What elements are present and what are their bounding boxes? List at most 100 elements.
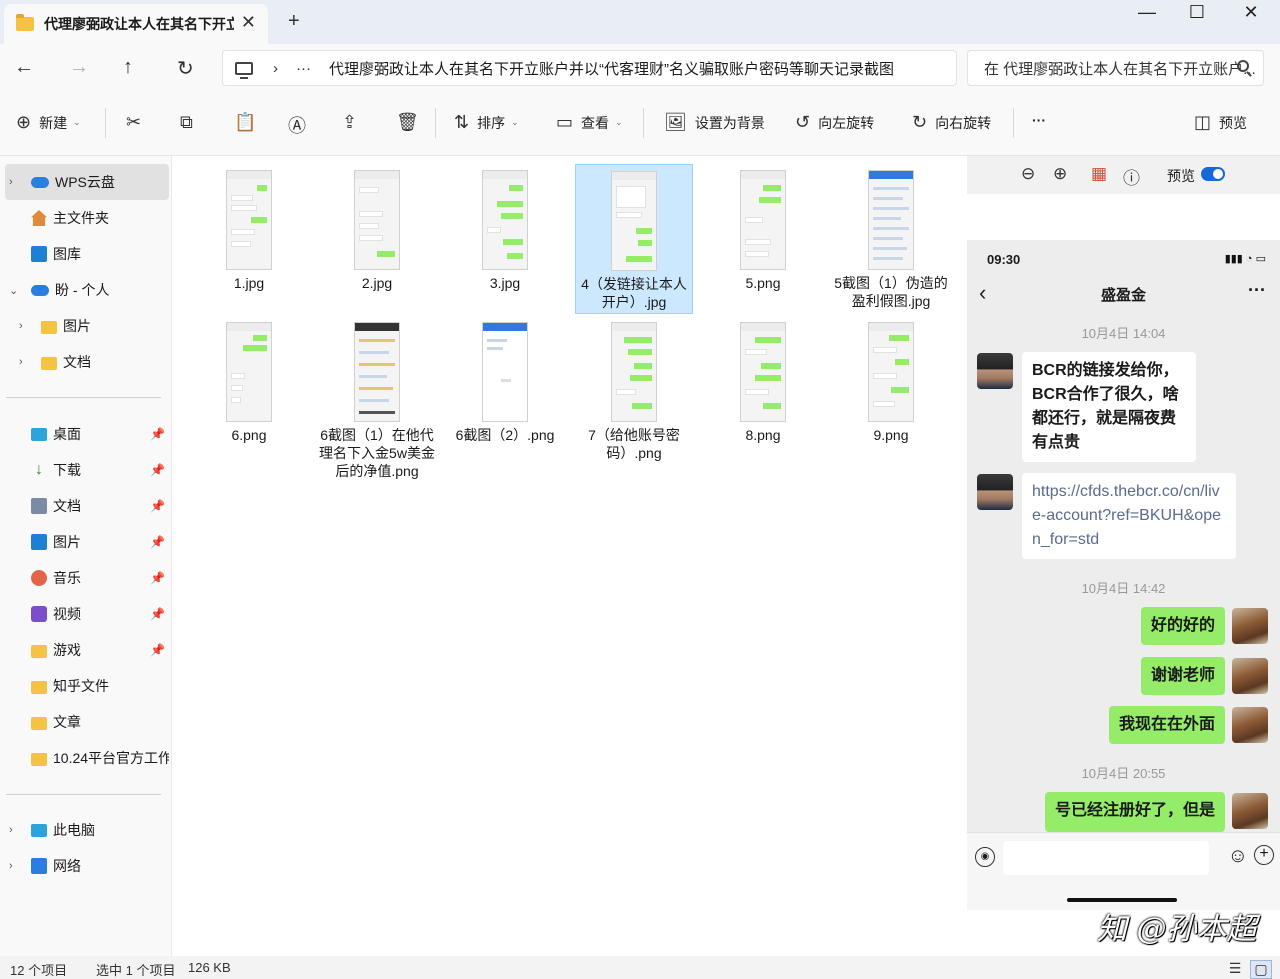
pin-icon[interactable]: 📌 — [150, 607, 165, 621]
back-button[interactable]: ← — [14, 56, 34, 79]
file-name: 5截图（1）伪造的盈利假图.jpg — [834, 275, 948, 309]
scissors-icon: ✂ — [126, 112, 142, 132]
sidebar-item-games[interactable]: 游戏 📌 — [5, 632, 169, 668]
file-item[interactable]: 1.jpg — [190, 164, 308, 292]
chevron-right-icon[interactable]: › — [9, 824, 13, 836]
file-name: 5.png — [745, 275, 781, 291]
rotate-right-label: 向右旋转 — [935, 114, 992, 131]
sidebar-item-label: WPS云盘 — [55, 174, 115, 190]
rotate-left-button[interactable]: ↺ 向左旋转 — [795, 112, 874, 133]
preview-toggle[interactable] — [1201, 167, 1225, 181]
sidebar-item-videos[interactable]: 视频 📌 — [5, 596, 169, 632]
pin-icon[interactable]: 📌 — [150, 535, 165, 549]
sort-button[interactable]: ⇅ 排序 ⌄ — [454, 112, 519, 133]
sidebar-item-network[interactable]: › 网络 — [5, 848, 169, 884]
pin-icon[interactable]: 📌 — [150, 427, 165, 441]
file-name: 3.jpg — [489, 275, 521, 291]
pin-icon[interactable]: 📌 — [150, 571, 165, 585]
sidebar-item-wps-cloud[interactable]: › WPS云盘 — [5, 164, 169, 200]
chat-timestamp: 10月4日 14:42 — [1081, 581, 1166, 596]
sidebar-item-pictures-onedrive[interactable]: › 图片 — [5, 308, 169, 344]
apps-icon[interactable]: ▦ — [1091, 164, 1107, 184]
file-item[interactable]: 6.png — [190, 316, 308, 444]
chevron-right-icon[interactable]: › — [9, 860, 13, 872]
file-item[interactable]: 2.jpg — [318, 164, 436, 292]
sidebar-item-this-pc[interactable]: › 此电脑 — [5, 812, 169, 848]
file-item[interactable]: 8.png — [704, 316, 822, 444]
folder-icon — [41, 320, 57, 334]
sidebar-item-downloads[interactable]: ↓ 下载 📌 — [5, 452, 169, 488]
refresh-button[interactable]: ↻ — [177, 56, 194, 81]
sidebar-item-gallery[interactable]: 图库 — [5, 236, 169, 272]
file-item[interactable]: 5截图（1）伪造的盈利假图.jpg — [832, 164, 950, 310]
sidebar-item-pictures[interactable]: 图片 📌 — [5, 524, 169, 560]
up-button[interactable]: ↑ — [123, 56, 133, 79]
file-item[interactable]: 7（给他账号密码）.png — [575, 316, 693, 462]
chevron-right-icon[interactable]: › — [19, 356, 23, 368]
close-window-button[interactable]: ✕ — [1226, 2, 1276, 23]
forward-button[interactable]: → — [69, 56, 89, 79]
breadcrumb-current[interactable]: 代理廖弼政让本人在其名下开立账户并以“代客理财”名义骗取账户密码等聊天记录截图 — [329, 58, 894, 79]
sidebar-item-onedrive[interactable]: ⌄ 盼 - 个人 — [5, 272, 169, 308]
rotate-right-button[interactable]: ↻ 向右旋转 — [912, 112, 991, 133]
sidebar-item-platform-work[interactable]: 10.24平台官方工作 — [5, 740, 169, 776]
details-view-icon[interactable]: ☰ — [1224, 960, 1246, 979]
file-item[interactable]: 6截图（2）.png — [446, 316, 564, 444]
paste-button[interactable]: 📋 — [234, 112, 264, 133]
rename-button[interactable]: Ⓐ — [288, 112, 314, 138]
preview-pane-button[interactable]: ◫ 预览 — [1194, 112, 1247, 133]
address-bar-area: ← → ↑ ↻ › ··· 代理廖弼政让本人在其名下开立账户并以“代客理财”名义… — [0, 44, 1280, 94]
sidebar-item-label: 知乎文件 — [53, 678, 109, 694]
file-item[interactable]: 6截图（1）在他代理名下入金5w美金后的净值.png — [318, 316, 436, 480]
avatar — [1232, 608, 1268, 644]
window-tab[interactable]: 代理廖弼政让本人在其名下开立账户并以“代客理财”名义骗取账户密码等聊天记录截图 … — [4, 4, 268, 44]
copy-button[interactable]: ⧉ — [180, 112, 201, 133]
preview-toolbar: ⊖ ⊕ ▦ ⓘ 预览 — [967, 156, 1280, 194]
file-item[interactable]: 5.png — [704, 164, 822, 292]
zoom-out-icon[interactable]: ⊖ — [1021, 164, 1035, 184]
address-field[interactable]: › ··· 代理廖弼政让本人在其名下开立账户并以“代客理财”名义骗取账户密码等聊… — [222, 50, 957, 86]
set-background-button[interactable]: 🖼 设置为背景 — [664, 112, 765, 133]
pin-icon[interactable]: 📌 — [150, 463, 165, 477]
chat-screenshot: 09:30 ▮▮▮ ◔ ▭ ‹ 盛盈金 ··· 10月4日 14:04 BCR的… — [967, 240, 1280, 910]
chevron-down-icon[interactable]: ⌄ — [9, 284, 18, 297]
chevron-right-icon[interactable]: › — [273, 60, 278, 77]
close-tab-icon[interactable]: ✕ — [241, 12, 256, 33]
image-thumbnail — [868, 170, 914, 270]
view-button[interactable]: ▭ 查看 ⌄ — [556, 112, 623, 133]
pin-icon[interactable]: 📌 — [150, 499, 165, 513]
search-input[interactable]: 在 代理廖弼政让本人在其名下开立账户... — [967, 50, 1264, 86]
file-item-selected[interactable]: 4（发链接让本人开户）.jpg — [575, 164, 693, 314]
breadcrumb-overflow[interactable]: ··· — [296, 60, 311, 77]
new-button[interactable]: ⊕ 新建 ⌄ — [16, 112, 81, 133]
preview-toggle-label: 预览 — [1167, 168, 1195, 184]
file-name: 4（发链接让本人开户）.jpg — [581, 276, 687, 310]
item-count: 12 个项目 — [10, 963, 68, 978]
zoom-in-icon[interactable]: ⊕ — [1053, 164, 1067, 184]
home-icon — [31, 210, 47, 226]
tiles-view-icon[interactable]: ▢ — [1250, 960, 1272, 979]
pin-icon[interactable]: 📌 — [150, 643, 165, 657]
sidebar-item-home[interactable]: 主文件夹 — [5, 200, 169, 236]
maximize-button[interactable]: ☐ — [1172, 2, 1222, 23]
share-button[interactable]: ⇪ — [342, 112, 365, 133]
chevron-right-icon[interactable]: › — [19, 320, 23, 332]
sidebar-item-zhihu-files[interactable]: 知乎文件 — [5, 668, 169, 704]
chevron-down-icon: ⌄ — [511, 117, 519, 127]
minimize-button[interactable]: — — [1122, 2, 1172, 23]
file-item[interactable]: 3.jpg — [446, 164, 564, 292]
cut-button[interactable]: ✂ — [126, 112, 149, 133]
view-label: 查看 — [581, 114, 610, 131]
sidebar-item-desktop[interactable]: 桌面 📌 — [5, 416, 169, 452]
sidebar-item-music[interactable]: 音乐 📌 — [5, 560, 169, 596]
new-tab-button[interactable]: + — [288, 10, 300, 33]
file-item[interactable]: 9.png — [832, 316, 950, 444]
delete-button[interactable]: 🗑 — [396, 112, 427, 133]
sidebar-item-articles[interactable]: 文章 — [5, 704, 169, 740]
sidebar-item-documents-onedrive[interactable]: › 文档 — [5, 344, 169, 380]
chevron-right-icon[interactable]: › — [9, 176, 13, 188]
sidebar-item-documents[interactable]: 文档 📌 — [5, 488, 169, 524]
selection-count: 选中 1 个项目 — [96, 963, 176, 978]
help-icon[interactable]: ⓘ — [1123, 164, 1140, 189]
more-options-button[interactable]: ··· — [1032, 112, 1046, 128]
